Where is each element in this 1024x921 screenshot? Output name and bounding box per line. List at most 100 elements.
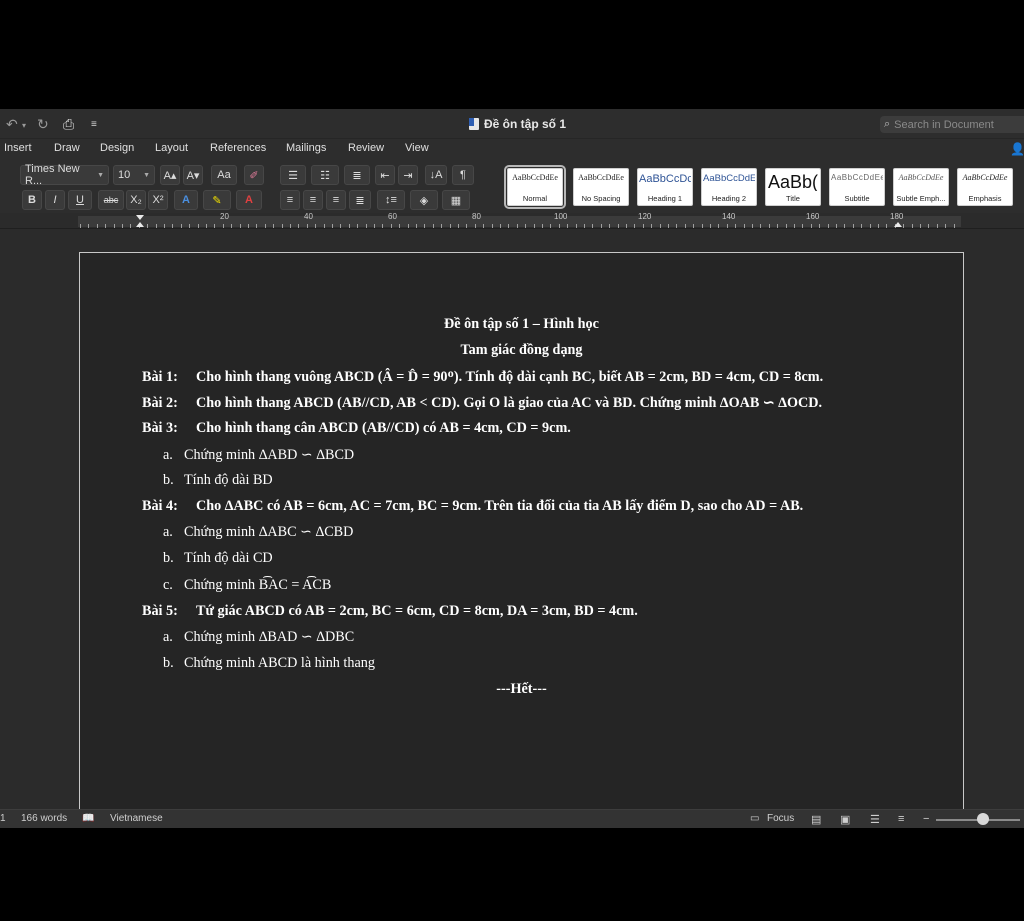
ruler-tick — [643, 224, 644, 228]
ruler-tick — [525, 224, 526, 228]
font-color-button[interactable]: A — [236, 190, 262, 210]
style-emphasis[interactable]: AaBbCcDdEe Emphasis — [957, 168, 1013, 206]
ruler-tick — [651, 224, 652, 228]
increase-indent-icon[interactable]: ⇥ — [398, 165, 418, 185]
undo-icon[interactable]: ↶ — [6, 116, 18, 133]
font-size-value: 10 — [118, 169, 131, 181]
bold-button[interactable]: B — [22, 190, 42, 210]
tab-insert[interactable]: Insert — [4, 142, 32, 154]
sub-item-label: b. — [163, 550, 174, 566]
ruler-tick — [156, 224, 157, 228]
tab-references[interactable]: References — [210, 142, 266, 154]
align-center-icon[interactable]: ≡ — [303, 190, 323, 210]
print-layout-icon[interactable]: ▤ — [811, 813, 821, 826]
align-right-icon[interactable]: ≡ — [326, 190, 346, 210]
ruler-label: 40 — [304, 212, 313, 221]
subscript-button[interactable]: X₂ — [126, 190, 146, 210]
ruler-tick — [777, 224, 778, 228]
style-normal[interactable]: AaBbCcDdEe Normal — [504, 165, 566, 209]
style-heading-1[interactable]: AaBbCcDc Heading 1 — [637, 168, 693, 206]
ruler-label: 20 — [220, 212, 229, 221]
proofing-icon[interactable]: 📖 — [82, 813, 94, 824]
word-count[interactable]: 166 words — [21, 813, 67, 824]
style-heading-2[interactable]: AaBbCcDdEe Heading 2 — [701, 168, 757, 206]
text-effects-button[interactable]: A — [174, 190, 198, 210]
focus-button[interactable]: Focus — [767, 813, 794, 824]
print-icon[interactable]: ⎙ — [63, 116, 74, 133]
zoom-out-icon[interactable]: − — [923, 813, 929, 825]
horizontal-ruler[interactable]: 20 40 60 80 100 120 140 160 180 — [0, 212, 1024, 229]
font-name-dropdown[interactable]: Times New R... ▼ — [20, 163, 109, 187]
change-case-button[interactable]: Aa — [211, 165, 237, 185]
tab-mailings[interactable]: Mailings — [286, 142, 326, 154]
ruler-tick — [920, 224, 921, 228]
language-indicator[interactable]: Vietnamese — [110, 813, 163, 824]
multilevel-list-icon[interactable]: ≣ — [344, 165, 370, 185]
bullets-icon[interactable]: ☰ — [280, 165, 306, 185]
tab-view[interactable]: View — [405, 142, 429, 154]
ruler-tick — [416, 224, 417, 228]
numbering-icon[interactable]: ☷ — [311, 165, 339, 185]
tab-design[interactable]: Design — [100, 142, 134, 154]
tab-draw[interactable]: Draw — [54, 142, 80, 154]
document-page[interactable]: Đề ôn tập số 1 – Hình học Tam giác đồng … — [79, 252, 964, 809]
tab-layout[interactable]: Layout — [155, 142, 188, 154]
share-icon[interactable]: 👤 — [1010, 142, 1024, 156]
justify-icon[interactable]: ≣ — [349, 190, 371, 210]
exercise-text: Cho ∆ABC có AB = 6cm, AC = 7cm, BC = 9cm… — [196, 498, 804, 514]
ruler-tick — [769, 224, 770, 228]
style-no-spacing[interactable]: AaBbCcDdEe No Spacing — [573, 168, 629, 206]
zoom-slider-handle[interactable] — [977, 813, 989, 825]
ruler-tick — [282, 224, 283, 228]
ruler-tick — [752, 224, 753, 228]
superscript-button[interactable]: X² — [148, 190, 168, 210]
undo-dropdown-icon[interactable]: ▾ — [22, 121, 26, 130]
word-window: ↶ ▾ ↻ ⎙ ≡ Đề ôn tập số 1 ⌕ Search in Doc… — [0, 109, 1024, 828]
outline-view-icon[interactable]: ☰ — [870, 813, 880, 826]
left-indent-marker[interactable] — [136, 222, 144, 227]
first-line-indent-marker[interactable] — [136, 215, 144, 220]
align-left-icon[interactable]: ≡ — [280, 190, 300, 210]
ruler-tick — [710, 224, 711, 228]
grow-font-button[interactable]: A▴ — [160, 165, 180, 185]
page-number[interactable]: 1 — [0, 813, 6, 824]
draft-view-icon[interactable]: ≡ — [898, 813, 904, 825]
highlight-button[interactable]: ✎ — [203, 190, 231, 210]
underline-button[interactable]: U — [68, 190, 92, 210]
font-size-dropdown[interactable]: 10 ▼ — [113, 165, 155, 185]
sort-button[interactable]: ↓A — [425, 165, 447, 185]
ruler-tick — [466, 224, 467, 228]
strikethrough-button[interactable]: abc — [98, 190, 124, 210]
ruler-tick — [357, 224, 358, 228]
right-indent-marker[interactable] — [894, 222, 902, 227]
shading-icon[interactable]: ◈ — [410, 190, 438, 210]
font-name-value: Times New R... — [25, 163, 80, 187]
exercise-label: Bài 5: — [142, 603, 178, 619]
ruler-tick — [954, 224, 955, 228]
tab-review[interactable]: Review — [348, 142, 384, 154]
ruler-tick — [802, 224, 803, 228]
style-title[interactable]: AaBb( Title — [765, 168, 821, 206]
customize-toolbar-icon[interactable]: ≡ — [91, 119, 97, 130]
italic-button[interactable]: I — [45, 190, 65, 210]
ruler-tick — [609, 224, 610, 228]
search-input[interactable]: ⌕ Search in Document — [880, 116, 1024, 133]
ruler-tick — [626, 224, 627, 228]
clear-formatting-icon[interactable]: ✐ — [244, 165, 264, 185]
ruler-tick — [290, 224, 291, 228]
ruler-tick — [819, 224, 820, 228]
shrink-font-button[interactable]: A▾ — [183, 165, 203, 185]
decrease-indent-icon[interactable]: ⇤ — [375, 165, 395, 185]
line-spacing-icon[interactable]: ↕≡ — [377, 190, 405, 210]
style-subtle-emphasis[interactable]: AaBbCcDdEe Subtle Emph... — [893, 168, 949, 206]
redo-icon[interactable]: ↻ — [37, 116, 49, 133]
ruler-tick — [340, 224, 341, 228]
exercise-label: Bài 1: — [142, 369, 178, 385]
ruler-tick — [811, 224, 812, 228]
sub-item-label: c. — [163, 577, 173, 593]
style-subtitle[interactable]: AaBbCcDdEe Subtitle — [829, 168, 885, 206]
web-layout-icon[interactable]: ▣ — [840, 813, 850, 826]
borders-icon[interactable]: ▦ — [442, 190, 470, 210]
sub-item-text: Chứng minh ∆ABD ∽ ∆BCD — [184, 447, 355, 463]
show-formatting-button[interactable]: ¶ — [452, 165, 474, 185]
